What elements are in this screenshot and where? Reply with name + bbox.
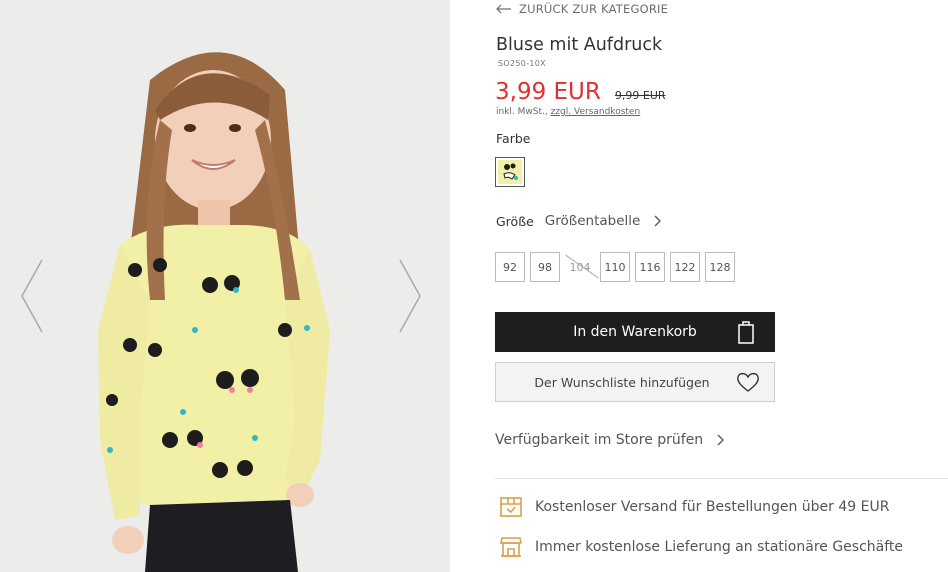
size-label: Größe <box>496 213 534 229</box>
store-delivery-text: Immer kostenlose Lieferung an stationäre… <box>535 539 904 555</box>
store-availability-label: Verfügbarkeit im Store prüfen <box>495 432 704 448</box>
add-to-wishlist-label: Der Wunschliste hinzufügen <box>534 374 710 390</box>
chevron-right-icon <box>717 434 725 446</box>
free-shipping-info: Kostenloser Versand für Bestellungen übe… <box>499 495 889 519</box>
color-swatch-selected[interactable] <box>495 157 525 187</box>
back-to-category-link[interactable]: ZURÜCK ZUR KATEGORIE <box>495 2 668 16</box>
gallery-prev-arrow-icon[interactable] <box>20 258 44 334</box>
vat-text: inkl. MwSt., <box>496 107 548 117</box>
box-icon <box>500 497 522 517</box>
current-price: 3,99 EUR <box>495 79 601 105</box>
old-price: 9,99 EUR <box>614 89 666 102</box>
size-option-104-unavailable: 104 <box>565 252 595 282</box>
size-option-116[interactable]: 116 <box>635 252 665 282</box>
back-link-label: ZURÜCK ZUR KATEGORIE <box>519 2 669 16</box>
panda-print-swatch <box>498 160 522 184</box>
price-row: 3,99 EUR 9,99 EUR <box>495 79 666 105</box>
size-row: Größe Größentabelle <box>496 213 662 229</box>
size-option-98[interactable]: 98 <box>530 252 560 282</box>
store-availability-link[interactable]: Verfügbarkeit im Store prüfen <box>495 432 725 448</box>
size-chart-label: Größentabelle <box>544 213 641 229</box>
size-options: 92 98 104 110 116 122 128 <box>495 252 735 282</box>
product-title: Bluse mit Aufdruck <box>496 35 663 55</box>
add-to-cart-label: In den Warenkorb <box>573 324 697 340</box>
vat-note: inkl. MwSt., zzgl. Versandkosten <box>496 107 640 117</box>
size-option-92[interactable]: 92 <box>495 252 525 282</box>
gallery-next-arrow-icon[interactable] <box>398 258 422 334</box>
product-image-gallery <box>0 0 450 572</box>
product-photo <box>0 0 450 572</box>
chevron-right-icon <box>654 215 662 227</box>
shipping-costs-link[interactable]: zzgl. Versandkosten <box>551 107 641 117</box>
size-option-128[interactable]: 128 <box>705 252 735 282</box>
divider <box>495 478 948 479</box>
store-delivery-info: Immer kostenlose Lieferung an stationäre… <box>499 535 903 559</box>
size-chart-link[interactable]: Größentabelle <box>545 213 663 229</box>
product-details: ZURÜCK ZUR KATEGORIE Bluse mit Aufdruck … <box>495 0 948 572</box>
add-to-wishlist-button[interactable]: Der Wunschliste hinzufügen <box>495 362 775 402</box>
color-label: Farbe <box>496 131 531 146</box>
size-option-110[interactable]: 110 <box>600 252 630 282</box>
size-option-122[interactable]: 122 <box>670 252 700 282</box>
arrow-left-icon <box>496 4 511 14</box>
heart-icon <box>737 372 759 392</box>
add-to-cart-button[interactable]: In den Warenkorb <box>495 312 775 352</box>
free-shipping-text: Kostenloser Versand für Bestellungen übe… <box>535 499 890 515</box>
shopping-bag-icon <box>738 321 754 344</box>
product-sku: SO250-10X <box>498 59 546 68</box>
store-icon <box>500 537 522 557</box>
